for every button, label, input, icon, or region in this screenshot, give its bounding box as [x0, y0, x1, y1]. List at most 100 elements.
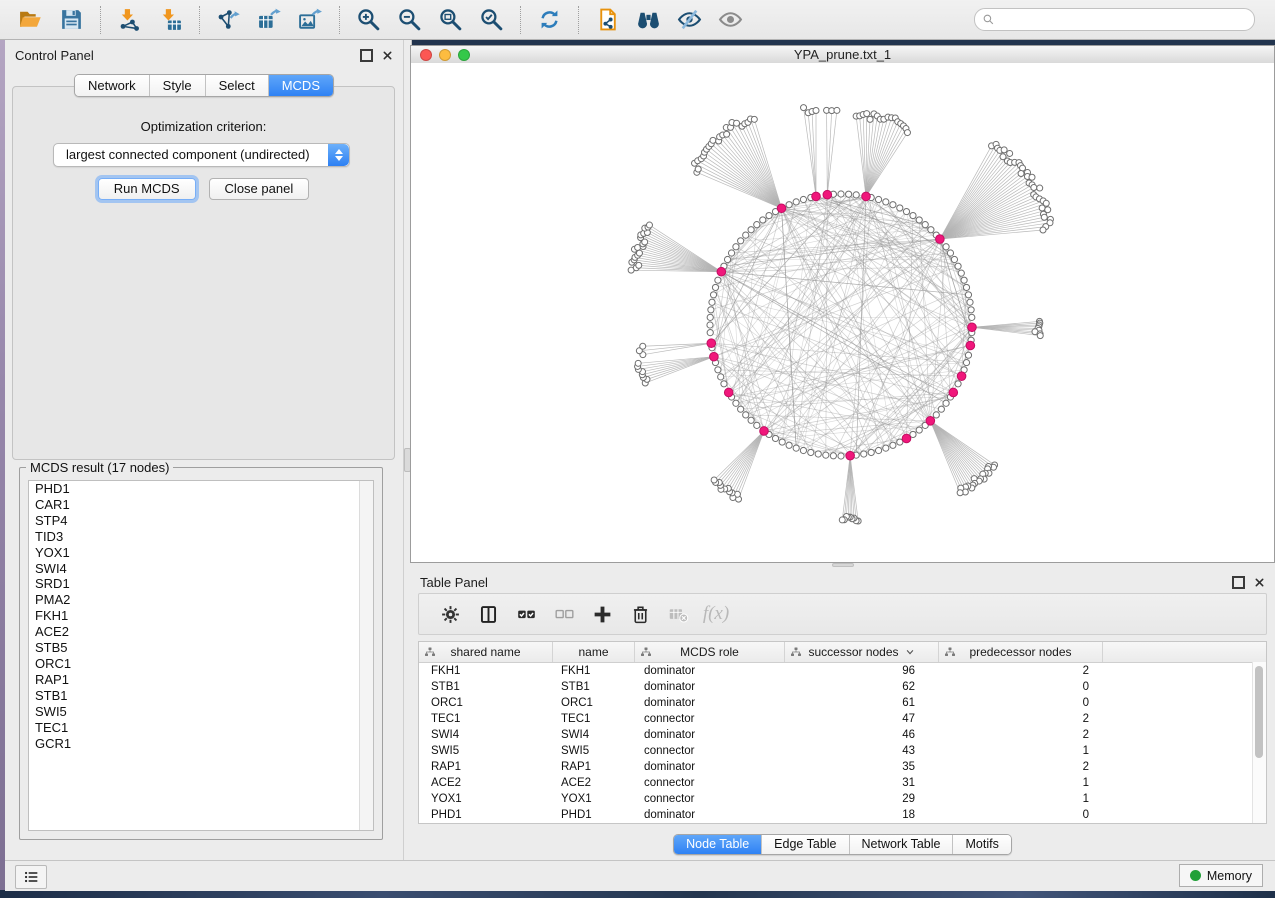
graph-node[interactable] [1041, 214, 1047, 220]
graph-node[interactable] [728, 250, 734, 256]
panel-menu-button[interactable] [15, 865, 47, 889]
graph-node[interactable] [813, 108, 819, 114]
graph-node[interactable] [904, 130, 910, 136]
graph-node[interactable] [754, 222, 760, 228]
mcds-graph-node[interactable] [968, 323, 977, 332]
mcds-graph-node[interactable] [936, 235, 945, 244]
mcds-result-item[interactable]: PHD1 [29, 481, 373, 497]
graph-node[interactable] [751, 116, 757, 122]
graph-node[interactable] [965, 292, 971, 298]
export-table-icon[interactable] [256, 6, 283, 33]
graph-node[interactable] [710, 137, 716, 143]
toggle-panels-icon[interactable] [477, 603, 499, 625]
graph-node[interactable] [800, 447, 806, 453]
graph-node[interactable] [748, 417, 754, 423]
import-table-icon[interactable] [157, 6, 184, 33]
table-row[interactable]: FKH1FKH1dominator962 [419, 663, 1266, 679]
graph-node[interactable] [963, 359, 969, 365]
search-input[interactable] [995, 12, 1254, 28]
search-field[interactable] [974, 8, 1255, 31]
graph-node[interactable] [786, 202, 792, 208]
graph-node[interactable] [883, 199, 889, 205]
clear-table-icon[interactable] [667, 603, 689, 625]
graph-node[interactable] [1031, 184, 1037, 190]
mcds-result-item[interactable]: SWI5 [29, 704, 373, 720]
mcds-result-item[interactable]: FKH1 [29, 608, 373, 624]
mcds-result-item[interactable]: ACE2 [29, 624, 373, 640]
graph-node[interactable] [738, 238, 744, 244]
run-mcds-button[interactable]: Run MCDS [98, 178, 196, 200]
graph-node[interactable] [695, 166, 701, 172]
graph-node[interactable] [748, 227, 754, 233]
mcds-graph-node[interactable] [926, 417, 935, 426]
graph-node[interactable] [1039, 205, 1045, 211]
graph-node[interactable] [800, 196, 806, 202]
graph-node[interactable] [715, 367, 721, 373]
table-row[interactable]: SWI5SWI5connector431 [419, 743, 1266, 759]
graph-node[interactable] [868, 449, 874, 455]
graph-node[interactable] [955, 381, 961, 387]
sort-chevron-icon[interactable] [905, 647, 915, 657]
graph-node[interactable] [808, 449, 814, 455]
graph-node[interactable] [646, 222, 652, 228]
mcds-graph-node[interactable] [724, 388, 733, 397]
graph-node[interactable] [801, 105, 807, 111]
share-network-icon[interactable] [594, 6, 621, 33]
graph-node[interactable] [922, 222, 928, 228]
mcds-graph-node[interactable] [966, 341, 975, 350]
table-settings-icon[interactable] [439, 603, 461, 625]
graph-node[interactable] [834, 107, 840, 113]
graph-node[interactable] [867, 116, 873, 122]
zoom-selected-icon[interactable] [478, 6, 505, 33]
graph-node[interactable] [897, 205, 903, 211]
graph-node[interactable] [938, 406, 944, 412]
graph-node[interactable] [864, 111, 870, 117]
graph-node[interactable] [754, 422, 760, 428]
deselect-all-icon[interactable] [553, 603, 575, 625]
mcds-result-item[interactable]: SWI4 [29, 561, 373, 577]
graph-node[interactable] [890, 202, 896, 208]
graph-node[interactable] [1018, 170, 1024, 176]
tab-mcds[interactable]: MCDS [269, 75, 333, 96]
graph-node[interactable] [733, 400, 739, 406]
graph-node[interactable] [839, 517, 845, 523]
graph-node[interactable] [635, 360, 641, 366]
graph-node[interactable] [861, 451, 867, 457]
graph-node[interactable] [967, 299, 973, 305]
add-entry-icon[interactable] [591, 603, 613, 625]
graph-node[interactable] [718, 374, 724, 380]
close-table-panel-icon[interactable] [1254, 577, 1265, 588]
close-panel-button[interactable]: Close panel [209, 178, 310, 200]
mcds-result-item[interactable]: STB5 [29, 640, 373, 656]
mcds-graph-node[interactable] [717, 267, 726, 276]
table-row[interactable]: ACE2ACE2connector311 [419, 775, 1266, 791]
zoom-fit-icon[interactable] [437, 6, 464, 33]
graph-node[interactable] [1001, 147, 1007, 153]
graph-node[interactable] [709, 299, 715, 305]
float-panel-icon[interactable] [360, 49, 373, 62]
mcds-graph-node[interactable] [760, 427, 769, 436]
tab-edge-table[interactable]: Edge Table [762, 835, 849, 854]
tab-select[interactable]: Select [206, 75, 269, 96]
function-builder-icon[interactable]: f(x) [705, 603, 727, 625]
column-header-MCDS-role[interactable]: MCDS role [635, 642, 785, 662]
mcds-graph-node[interactable] [823, 190, 832, 199]
save-session-icon[interactable] [58, 6, 85, 33]
criterion-select[interactable]: largest connected component (undirected) [53, 143, 350, 167]
graph-node[interactable] [830, 453, 836, 459]
mcds-result-item[interactable]: RAP1 [29, 672, 373, 688]
mcds-list-scrollbar[interactable] [359, 481, 373, 830]
table-row[interactable]: YOX1YOX1connector291 [419, 791, 1266, 807]
graph-node[interactable] [875, 447, 881, 453]
mcds-graph-node[interactable] [949, 388, 958, 397]
graph-node[interactable] [815, 451, 821, 457]
mcds-result-item[interactable]: STB1 [29, 688, 373, 704]
import-network-icon[interactable] [116, 6, 143, 33]
graph-node[interactable] [734, 120, 740, 126]
mcds-result-item[interactable]: PMA2 [29, 592, 373, 608]
mcds-result-item[interactable]: ORC1 [29, 656, 373, 672]
graph-node[interactable] [1029, 174, 1035, 180]
graph-node[interactable] [710, 292, 716, 298]
mcds-graph-node[interactable] [957, 372, 966, 381]
graph-node[interactable] [928, 227, 934, 233]
